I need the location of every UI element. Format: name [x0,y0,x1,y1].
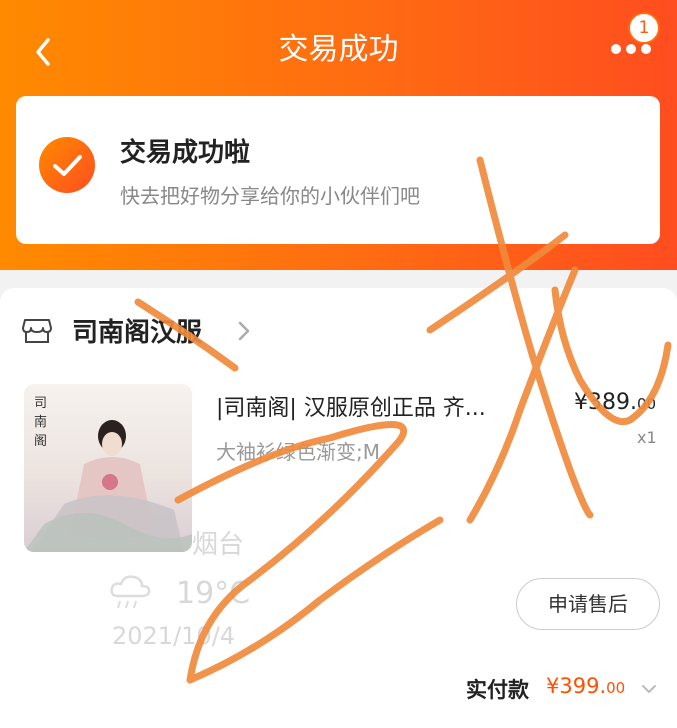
check-circle-icon [39,137,95,193]
notification-badge[interactable]: 1 [628,12,660,44]
store-icon [22,319,52,343]
status-title: 交易成功啦 [120,138,251,168]
chevron-right-icon[interactable] [234,320,254,342]
order-card: 司南阁汉服 司南阁 |司南阁| 汉服原创正品 齐... ¥389.00 x1 大… [0,288,677,728]
watermark-temperature: 19°C [176,576,251,611]
product-quantity: x1 [637,428,657,447]
product-sku: 大袖衫绿色渐变;M [216,440,380,464]
status-card: 交易成功啦 快去把好物分享给你的小伙伴们吧 [16,96,660,244]
after-sale-button[interactable]: 申请售后 [516,578,660,630]
shop-name[interactable]: 司南阁汉服 [72,312,202,349]
product-thumbnail[interactable]: 司南阁 [24,384,192,552]
product-image [24,420,192,552]
product-name[interactable]: |司南阁| 汉服原创正品 齐... [216,390,516,422]
product-price: ¥389.00 [574,390,657,415]
watermark-date: 2021/10/4 [112,622,236,650]
chevron-down-icon[interactable] [640,682,658,696]
paid-label: 实付款 [466,678,529,702]
page-title: 交易成功 [278,32,399,67]
watermark-city: 烟台 [192,530,245,560]
rain-cloud-icon [110,575,151,609]
status-subtitle: 快去把好物分享给你的小伙伴们吧 [120,184,420,208]
product-thumbnail-text: 司南阁 [34,396,48,449]
order-header: 交易成功 1 交易成功啦 快去把好物分享给你的小伙伴们吧 [0,0,677,270]
paid-amount: ¥399.00 [546,674,626,698]
